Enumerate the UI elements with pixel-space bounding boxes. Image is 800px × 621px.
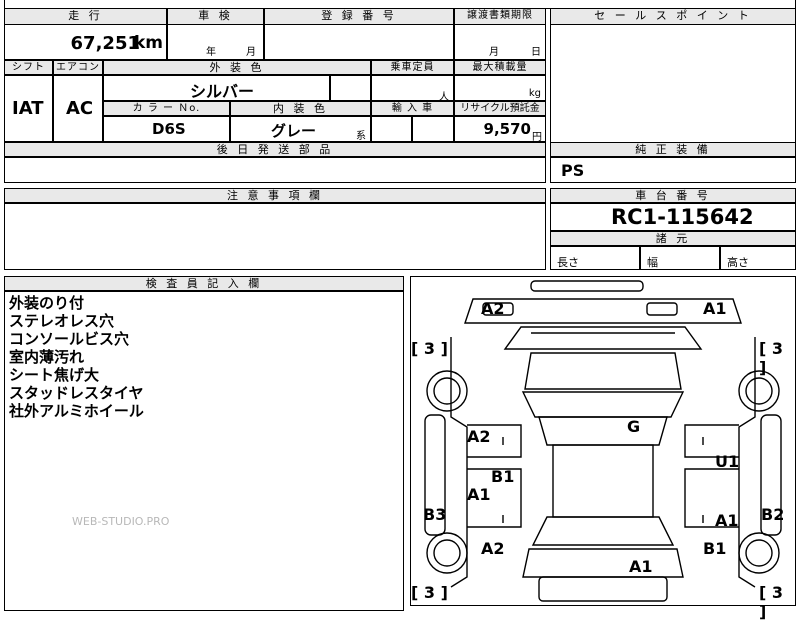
mileage-value: 67,251 — [70, 33, 140, 54]
recycle-cell: 9,570 円 — [454, 116, 546, 143]
recycle-header: リサイクル預託金 — [454, 101, 546, 116]
transfer-cell: 月 日 — [454, 24, 546, 60]
height-cell: 高さ — [720, 246, 796, 270]
inspector-notes-list: 外装のり付 ステレオレス穴 コンソールビス穴 室内薄汚れ シート焦げ大 スタッドレスタイヤ… — [9, 294, 144, 420]
mark-tire-fl: [ 3 ] — [411, 339, 448, 358]
mark-left-front-door: A2 — [467, 427, 491, 446]
interior-color-header: 内 装 色 — [230, 101, 371, 116]
inspector-note-item: 社外アルミホイール — [9, 402, 144, 420]
transfer-header: 譲渡書類期限 — [454, 8, 546, 25]
mark-right-sill: B2 — [761, 505, 785, 524]
inspector-note-item: 外装のり付 — [9, 294, 85, 312]
shift-value: IAT — [12, 98, 44, 119]
sales-point-box — [550, 24, 796, 143]
inspector-header: 検 査 員 記 入 欄 — [4, 276, 404, 291]
equipment-value: PS — [561, 161, 585, 180]
inspection-cell: 年 月 — [167, 24, 264, 60]
sales-point-header: セ ー ル ス ポ イ ン ト — [550, 8, 796, 25]
mark-right-rear-fender: B1 — [703, 539, 727, 558]
inspection-month: 月 — [246, 47, 256, 58]
mark-left-rear-fender: A2 — [481, 539, 505, 558]
mark-left-rear-door: A1 — [467, 485, 491, 504]
later-parts-cell — [4, 157, 546, 183]
mark-right-rear-door: A1 — [715, 511, 739, 530]
chassis-cell: RC1-115642 — [550, 203, 796, 231]
mark-rear: A1 — [629, 557, 653, 576]
exterior-color-header: 外 装 色 — [103, 60, 371, 75]
mark-left-pillar: B1 — [491, 467, 515, 486]
mark-left-sill: B3 — [423, 505, 447, 524]
watermark: WEB-STUDIO.PRO — [72, 515, 170, 528]
length-label: 長さ — [557, 256, 579, 269]
notes-header: 注 意 事 項 欄 — [4, 188, 546, 203]
import-cell-a — [371, 116, 412, 142]
ac-header: エアコン — [53, 60, 103, 75]
equipment-header: 純 正 装 備 — [550, 142, 796, 157]
mark-roof: G — [627, 417, 641, 436]
exterior-color-value: シルバー — [190, 82, 255, 101]
mileage-cell: 67,251 km — [4, 24, 167, 60]
shift-header: シフト — [4, 60, 53, 75]
chassis-header: 車 台 番 号 — [550, 188, 796, 203]
exterior-color-extra — [330, 75, 371, 101]
max-load-unit: kg — [528, 88, 541, 99]
shift-cell: IAT — [4, 75, 53, 142]
width-label: 幅 — [647, 256, 658, 269]
car-diagram-box: A2 A1 [ 3 ] [ 3 ] G A2 B1 A1 B3 U1 A1 B2… — [410, 276, 796, 621]
color-no-header: カ ラ ー Ｎo. — [103, 101, 230, 116]
mark-tire-rr: [ 3 ] — [759, 583, 784, 621]
inspector-note-item: 室内薄汚れ — [9, 348, 85, 366]
chassis-value: RC1-115642 — [611, 205, 754, 229]
import-cell-b — [412, 116, 454, 142]
later-parts-header: 後 日 発 送 部 品 — [4, 142, 546, 157]
inspection-header: 車 検 — [167, 8, 264, 25]
capacity-header: 乗車定員 — [371, 60, 454, 75]
equipment-cell: PS — [550, 157, 796, 183]
mark-tire-fr: [ 3 ] — [759, 339, 784, 377]
mileage-header: 走 行 — [4, 8, 167, 25]
height-label: 高さ — [727, 256, 749, 269]
interior-color-value: グレー — [271, 122, 317, 140]
ac-value: AC — [66, 98, 94, 119]
inspector-note-item: ステレオレス穴 — [9, 312, 115, 330]
recycle-unit: 円 — [532, 132, 542, 143]
registration-cell — [264, 24, 454, 60]
inspector-note-item: シート焦げ大 — [9, 366, 100, 384]
color-no-cell: D6S — [103, 116, 230, 142]
interior-color-unit: 系 — [356, 131, 366, 142]
mileage-unit: km — [133, 33, 163, 53]
mark-right-front-door: U1 — [715, 452, 740, 471]
max-load-header: 最大積載量 — [454, 60, 546, 75]
transfer-day: 日 — [531, 47, 541, 58]
mark-front-right: A1 — [703, 299, 727, 318]
import-header: 輸 入 車 — [371, 101, 454, 116]
transfer-month: 月 — [489, 47, 499, 58]
mark-tire-rl: [ 3 ] — [411, 583, 448, 602]
inspection-year: 年 — [206, 47, 216, 58]
exterior-color-cell: シルバー — [103, 75, 330, 101]
capacity-cell: 人 — [371, 75, 454, 103]
recycle-value: 9,570 — [483, 120, 531, 138]
ac-cell: AC — [53, 75, 103, 142]
width-cell: 幅 — [640, 246, 720, 270]
mark-front-left: A2 — [481, 299, 505, 318]
dims-header: 諸 元 — [550, 231, 796, 246]
inspector-note-item: コンソールビス穴 — [9, 330, 130, 348]
interior-color-cell: グレー 系 — [230, 116, 371, 142]
inspector-note-item: スタッドレスタイヤ — [9, 384, 144, 402]
inspector-cell: 外装のり付 ステレオレス穴 コンソールビス穴 室内薄汚れ シート焦げ大 スタッドレスタイヤ… — [4, 291, 404, 611]
length-cell: 長さ — [550, 246, 640, 270]
top-stub — [4, 0, 796, 9]
color-no-value: D6S — [152, 120, 186, 138]
registration-header: 登 録 番 号 — [264, 8, 454, 25]
max-load-cell: kg — [454, 75, 546, 101]
notes-cell — [4, 203, 546, 270]
